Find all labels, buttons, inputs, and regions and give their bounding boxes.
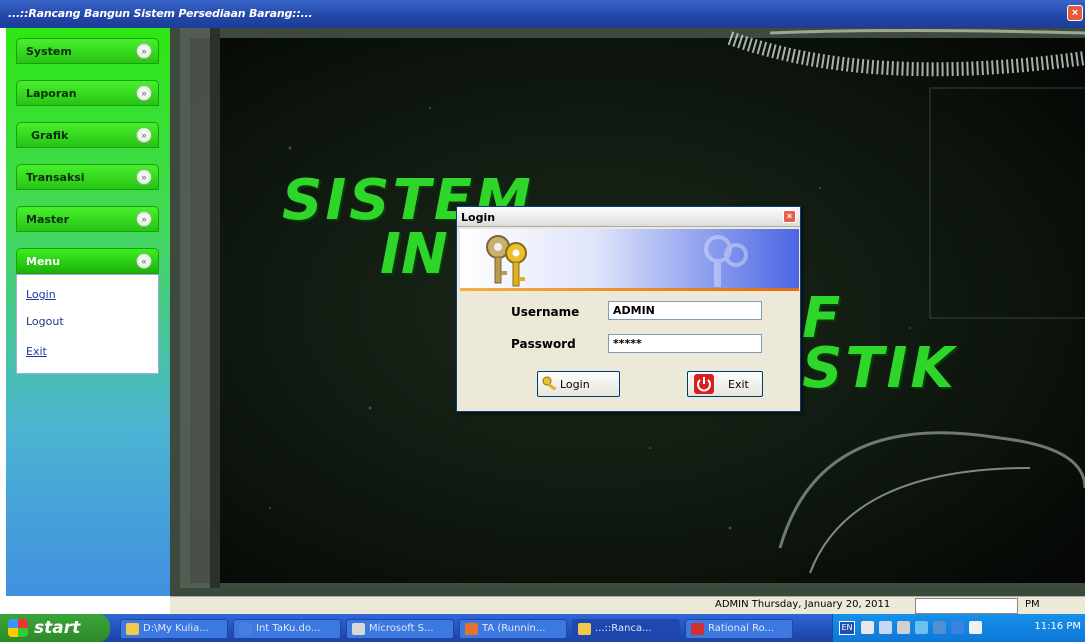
windows-logo-icon xyxy=(8,619,28,637)
taskbar-item[interactable]: Microsoft S... xyxy=(346,619,454,639)
login-titlebar: Login × xyxy=(457,207,800,227)
chevron-up-icon[interactable]: « xyxy=(136,253,152,269)
splash-headline-2: IN xyxy=(380,222,448,287)
username-input[interactable] xyxy=(608,301,762,320)
password-input[interactable] xyxy=(608,334,762,353)
login-title: Login xyxy=(461,211,496,224)
taskbar-item-label: D:\My Kulia... xyxy=(143,623,209,634)
taskbar-item-label: Int TaKu.do... xyxy=(256,623,321,634)
start-label: start xyxy=(34,618,81,638)
close-icon[interactable]: × xyxy=(1067,5,1083,21)
network-icon[interactable] xyxy=(879,621,892,634)
sidebar-group-system[interactable]: System » xyxy=(16,38,159,64)
close-icon[interactable]: × xyxy=(783,210,796,223)
status-date: Thursday, January 20, 2011 xyxy=(751,599,891,610)
shield-icon[interactable] xyxy=(933,621,946,634)
monitor-icon[interactable] xyxy=(969,621,982,634)
status-user: ADMIN xyxy=(715,599,749,610)
rational-rose-icon xyxy=(691,623,704,635)
sidebar-group-label: System xyxy=(26,45,72,58)
sidebar-group-grafik[interactable]: Grafik » xyxy=(16,122,159,148)
taskbar-clock: 11:16 PM xyxy=(1034,621,1081,632)
menu-link-exit[interactable]: Exit xyxy=(26,345,47,358)
sidebar-group-master[interactable]: Master » xyxy=(16,206,159,232)
sidebar-group-label: Menu xyxy=(26,255,61,268)
power-icon xyxy=(694,374,714,394)
exit-button-label: Exit xyxy=(728,378,749,391)
pen-icon[interactable] xyxy=(861,621,874,634)
window-title: ...::Rancang Bangun Sistem Persediaan Ba… xyxy=(8,7,313,20)
updates-icon[interactable] xyxy=(951,621,964,634)
visual-studio-icon xyxy=(465,623,478,635)
taskbar-item[interactable]: Rational Ro... xyxy=(685,619,793,639)
sidebar-group-transaksi[interactable]: Transaksi » xyxy=(16,164,159,190)
username-label: Username xyxy=(511,305,580,319)
folder-icon xyxy=(126,623,139,635)
sidebar-group-label: Transaksi xyxy=(26,171,85,184)
info-icon[interactable] xyxy=(915,621,928,634)
taskbar-item-label: Microsoft S... xyxy=(369,623,434,634)
menu-panel: Login Logout Exit xyxy=(16,274,159,374)
taskbar-item-active[interactable]: ...::Ranca... xyxy=(572,619,680,639)
chevron-down-icon[interactable]: » xyxy=(136,127,152,143)
sql-server-icon xyxy=(352,623,365,635)
sidebar-group-label: Laporan xyxy=(26,87,77,100)
menu-link-login[interactable]: Login xyxy=(26,288,56,301)
taskbar: start D:\My Kulia... Int TaKu.do... Micr… xyxy=(0,614,1085,642)
sidebar-group-menu[interactable]: Menu « xyxy=(16,248,159,274)
taskbar-item-label: ...::Ranca... xyxy=(595,623,652,634)
menu-link-logout[interactable]: Logout xyxy=(26,315,64,328)
chevron-down-icon[interactable]: » xyxy=(136,85,152,101)
status-blank-panel xyxy=(915,598,1018,614)
taskbar-item[interactable]: TA (Runnin... xyxy=(459,619,567,639)
splash-headline-4: STIK xyxy=(802,336,957,401)
taskbar-item-label: Rational Ro... xyxy=(708,623,775,634)
login-dialog: Login × Username Password Login xyxy=(456,206,801,412)
statusbar: ADMIN Thursday, January 20, 2011 PM 11:1… xyxy=(170,596,1085,624)
taskbar-item-label: TA (Runnin... xyxy=(482,623,546,634)
status-user-date: ADMIN Thursday, January 20, 2011 xyxy=(712,598,912,614)
sound-icon[interactable] xyxy=(897,621,910,634)
status-time: PM 11:16:57 xyxy=(1025,599,1070,624)
sidebar-group-label: Grafik xyxy=(31,129,69,142)
password-label: Password xyxy=(511,337,576,351)
login-banner xyxy=(460,229,799,291)
sidebar: System » Laporan » Grafik » Transaksi » … xyxy=(6,28,170,596)
system-tray: EN 11:16 PM xyxy=(832,614,1085,642)
app-window-icon xyxy=(578,623,591,635)
language-indicator[interactable]: EN xyxy=(839,621,855,635)
chevron-down-icon[interactable]: » xyxy=(136,43,152,59)
keys-icon xyxy=(486,235,527,287)
key-icon xyxy=(542,376,557,391)
sidebar-group-label: Master xyxy=(26,213,70,226)
keys-watermark-icon xyxy=(704,235,748,287)
window-titlebar: ...::Rancang Bangun Sistem Persediaan Ba… xyxy=(0,0,1085,28)
word-icon xyxy=(239,623,252,635)
start-button[interactable]: start xyxy=(0,614,110,642)
exit-button[interactable]: Exit xyxy=(687,371,763,397)
login-button-label: Login xyxy=(560,378,590,391)
banner-divider xyxy=(460,288,799,291)
sidebar-group-laporan[interactable]: Laporan » xyxy=(16,80,159,106)
chevron-down-icon[interactable]: » xyxy=(136,169,152,185)
taskbar-item[interactable]: Int TaKu.do... xyxy=(233,619,341,639)
taskbar-item[interactable]: D:\My Kulia... xyxy=(120,619,228,639)
login-button[interactable]: Login xyxy=(537,371,620,397)
chevron-down-icon[interactable]: » xyxy=(136,211,152,227)
